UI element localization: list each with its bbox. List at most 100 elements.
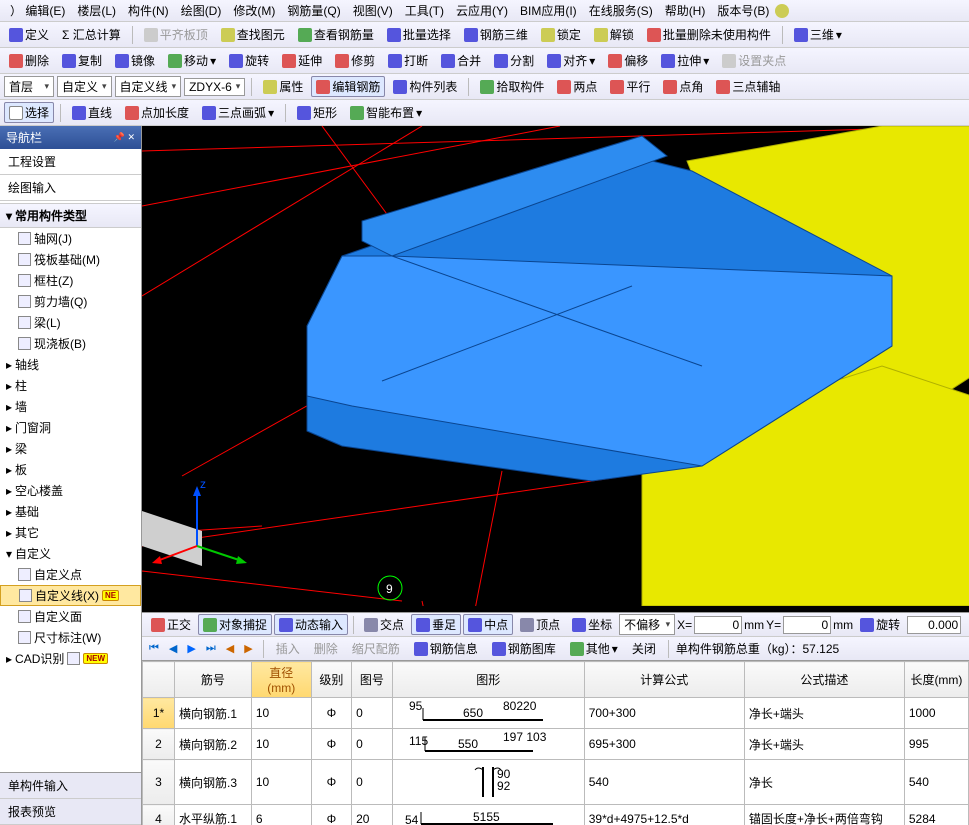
menu-item[interactable]: 云应用(Y)	[450, 0, 514, 21]
tree-grp[interactable]: ▸梁	[0, 438, 141, 459]
dyninput-toggle[interactable]: 动态输入	[274, 614, 348, 635]
row-header[interactable]: 3	[143, 760, 175, 805]
cell-shape[interactable]: 9565080220	[392, 698, 584, 729]
summary-button[interactable]: Σ 汇总计算	[57, 24, 126, 45]
two-pt-button[interactable]: 两点	[552, 76, 602, 97]
tree-item-slab[interactable]: 现浇板(B)	[0, 333, 141, 354]
x-input[interactable]	[694, 616, 742, 634]
menu-item[interactable]: 视图(V)	[347, 0, 399, 21]
rebar3d-button[interactable]: 钢筋三维	[459, 24, 533, 45]
menu-item[interactable]: 楼层(L)	[71, 0, 122, 21]
mirror-button[interactable]: 镜像	[110, 50, 160, 71]
osnap-toggle[interactable]: 对象捕捉	[198, 614, 272, 635]
mid-toggle[interactable]: 中点	[463, 614, 513, 635]
smart-button[interactable]: 智能布置 ▾	[345, 102, 427, 123]
menu-item[interactable]: 工具(T)	[399, 0, 450, 21]
batch-delete-button[interactable]: 批量删除未使用构件	[642, 24, 776, 45]
table-row[interactable]: 2横向钢筋.210Φ0115550197 103695+300净长+端头995	[143, 729, 969, 760]
cell-shape[interactable]: 9092	[392, 760, 584, 805]
comp-list-button[interactable]: 构件列表	[388, 76, 462, 97]
rotate-button[interactable]: 旋转	[224, 50, 274, 71]
scale-button[interactable]: 缩尺配筋	[347, 638, 405, 659]
coord-toggle[interactable]: 坐标	[567, 614, 617, 635]
table-row[interactable]: 4水平纵筋.16Φ2054515539*d+4975+12.5*d锚固长度+净长…	[143, 805, 969, 825]
cell-dia[interactable]: 10	[251, 698, 311, 729]
tree-header-common[interactable]: ▾常用构件类型	[0, 203, 141, 228]
props-button[interactable]: 属性	[258, 76, 308, 97]
other-dropdown[interactable]: 其他 ▾	[565, 638, 623, 659]
cell-tu[interactable]: 0	[352, 698, 393, 729]
col-formula[interactable]: 计算公式	[584, 662, 744, 698]
tree-grp[interactable]: ▸门窗洞	[0, 417, 141, 438]
row-header[interactable]: 1*	[143, 698, 175, 729]
tab-report[interactable]: 报表预览	[0, 799, 141, 825]
tree-item-custom-face[interactable]: 自定义面	[0, 606, 141, 627]
col-level[interactable]: 级别	[311, 662, 352, 698]
cell-tu[interactable]: 0	[352, 729, 393, 760]
nav-left[interactable]: ◀	[223, 642, 237, 655]
ortho-toggle[interactable]: 正交	[146, 614, 196, 635]
cell-desc[interactable]: 净长	[744, 760, 904, 805]
tree-grp[interactable]: ▸柱	[0, 375, 141, 396]
table-row[interactable]: 1*横向钢筋.110Φ09565080220700+300净长+端头1000	[143, 698, 969, 729]
cell-jin[interactable]: 横向钢筋.1	[175, 698, 252, 729]
tree-grp[interactable]: ▸空心楼盖	[0, 480, 141, 501]
inst-dropdown[interactable]: ZDYX-6	[184, 78, 245, 96]
perp-toggle[interactable]: 垂足	[411, 614, 461, 635]
cell-tu[interactable]: 0	[352, 760, 393, 805]
parallel-button[interactable]: 平行	[605, 76, 655, 97]
cell-level[interactable]: Φ	[311, 805, 352, 825]
vertex-toggle[interactable]: 顶点	[515, 614, 565, 635]
menu-item[interactable]: 钢筋量(Q)	[281, 0, 346, 21]
row-header[interactable]: 2	[143, 729, 175, 760]
col-jin[interactable]: 筋号	[175, 662, 252, 698]
rot-input[interactable]	[907, 616, 961, 634]
break-button[interactable]: 打断	[383, 50, 433, 71]
menu-item[interactable]: BIM应用(I)	[514, 0, 583, 21]
pt-len-button[interactable]: 点加长度	[120, 102, 194, 123]
cell-shape[interactable]: 545155	[392, 805, 584, 825]
arc3-button[interactable]: 三点画弧 ▾	[197, 102, 279, 123]
cell-formula[interactable]: 39*d+4975+12.5*d	[584, 805, 744, 825]
cell-level[interactable]: Φ	[311, 698, 352, 729]
rebar-grid[interactable]: 筋号 直径(mm) 级别 图号 图形 计算公式 公式描述 长度(mm) 1*横向…	[142, 660, 969, 825]
menu-item[interactable]: 修改(M)	[227, 0, 281, 21]
copy-button[interactable]: 复制	[57, 50, 107, 71]
align-button[interactable]: 对齐 ▾	[542, 50, 600, 71]
menu-item[interactable]: 在线服务(S)	[583, 0, 659, 21]
batch-select-button[interactable]: 批量选择	[382, 24, 456, 45]
tree-grp[interactable]: ▸基础	[0, 501, 141, 522]
cell-formula[interactable]: 540	[584, 760, 744, 805]
split-button[interactable]: 分割	[489, 50, 539, 71]
offset-button[interactable]: 偏移	[603, 50, 653, 71]
rect-button[interactable]: 矩形	[292, 102, 342, 123]
floor-dropdown[interactable]: 首层	[4, 76, 54, 97]
tree-grp[interactable]: ▸墙	[0, 396, 141, 417]
cell-jin[interactable]: 水平纵筋.1	[175, 805, 252, 825]
menu-item[interactable]: 构件(N)	[122, 0, 175, 21]
pin-icon[interactable]: 📌 ✕	[114, 132, 135, 143]
insert-button[interactable]: 插入	[271, 638, 305, 659]
menu-item[interactable]: ） 编辑(E)	[4, 0, 71, 21]
menu-item[interactable]: 绘图(D)	[175, 0, 228, 21]
nav-next[interactable]: ▶	[184, 642, 198, 655]
col-shape[interactable]: 图形	[392, 662, 584, 698]
row-header[interactable]: 4	[143, 805, 175, 825]
nav-last[interactable]: ⏭	[203, 642, 219, 655]
tab-project[interactable]: 工程设置	[0, 149, 141, 175]
tab-single[interactable]: 单构件输入	[0, 773, 141, 799]
menu-item[interactable]: 版本号(B)	[711, 0, 775, 21]
nav-right[interactable]: ▶	[241, 642, 255, 655]
offset-mode-dropdown[interactable]: 不偏移	[619, 614, 675, 635]
three-pt-button[interactable]: 三点辅轴	[711, 76, 785, 97]
cell-desc[interactable]: 净长+端头	[744, 729, 904, 760]
cell-len[interactable]: 995	[904, 729, 968, 760]
close-button[interactable]: 关闭	[627, 638, 661, 659]
col-len[interactable]: 长度(mm)	[904, 662, 968, 698]
cell-dia[interactable]: 10	[251, 760, 311, 805]
rebar-info-button[interactable]: 钢筋信息	[409, 638, 483, 659]
cell-desc[interactable]: 净长+端头	[744, 698, 904, 729]
tree-item-cad[interactable]: ▸CAD识别NEW	[0, 648, 141, 669]
line-button[interactable]: 直线	[67, 102, 117, 123]
tree-item-axis[interactable]: 轴网(J)	[0, 228, 141, 249]
